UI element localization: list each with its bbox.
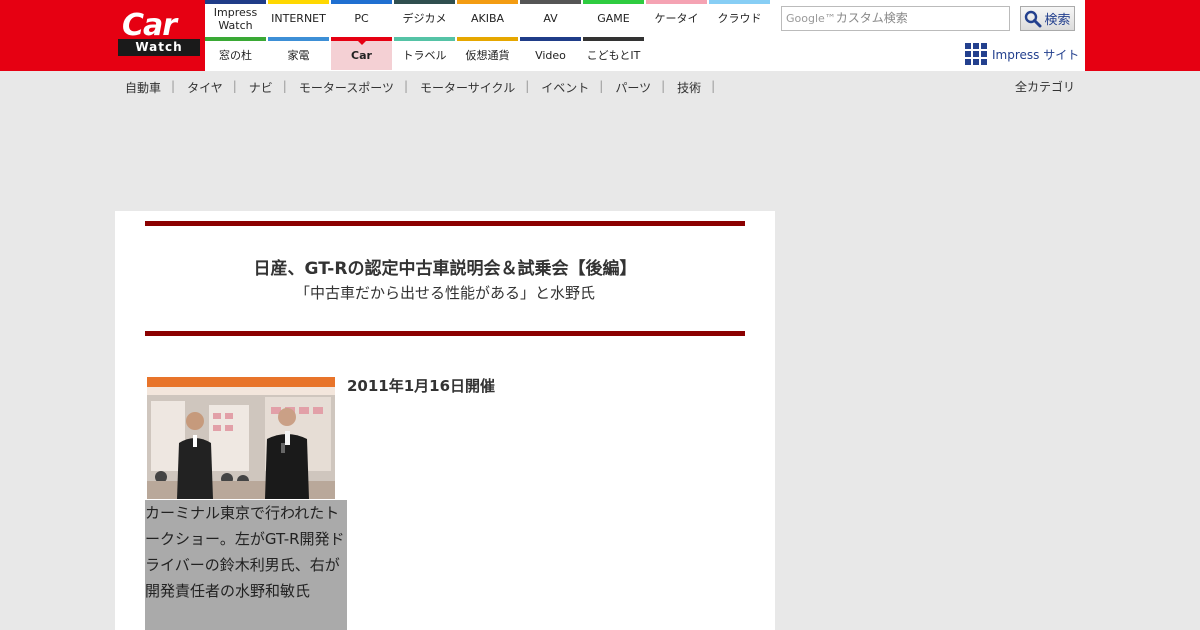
search-placeholder: カスタム検索 bbox=[835, 11, 908, 25]
nav-tile-家電[interactable]: 家電 bbox=[268, 37, 329, 70]
search-button[interactable]: 検索 bbox=[1020, 6, 1075, 31]
article-title: 日産、GT-Rの認定中古車説明会＆試乗会【後編】 bbox=[253, 259, 637, 279]
nav-tile-akiba[interactable]: AKIBA bbox=[457, 0, 518, 33]
nav-tile-窓の杜[interactable]: 窓の杜 bbox=[205, 37, 266, 70]
logo-car-text: Car bbox=[122, 8, 177, 43]
category-link[interactable]: 自動車 bbox=[125, 79, 161, 96]
title-rule-bottom bbox=[145, 331, 745, 336]
nav-tile-仮想通貨[interactable]: 仮想通貨 bbox=[457, 37, 518, 70]
category-separator: | bbox=[403, 79, 409, 93]
category-link[interactable]: ナビ bbox=[249, 79, 273, 96]
impress-sites-label: Impress サイト bbox=[992, 47, 1080, 62]
nav-tile-impress-watch[interactable]: Impress Watch bbox=[205, 0, 266, 33]
nav-tile-pc[interactable]: PC bbox=[331, 0, 392, 33]
nav-tile-トラベル[interactable]: トラベル bbox=[394, 37, 455, 70]
category-link[interactable]: モータースポーツ bbox=[299, 79, 394, 96]
nav-tile-こどもとit[interactable]: こどもとIT bbox=[583, 37, 644, 70]
search-input[interactable]: Google™カスタム検索 bbox=[781, 6, 1010, 31]
article-photo[interactable] bbox=[147, 377, 335, 499]
article-panel: 日産、GT-Rの認定中古車説明会＆試乗会【後編】 「中古車だから出せる性能がある… bbox=[115, 211, 775, 630]
search-button-label: 検索 bbox=[1044, 13, 1071, 28]
category-separator: | bbox=[282, 79, 287, 93]
category-separator: | bbox=[661, 79, 666, 93]
nav-tile-av[interactable]: AV bbox=[520, 0, 581, 33]
nav-tile-ケータイ[interactable]: ケータイ bbox=[646, 0, 707, 33]
search-icon bbox=[1025, 10, 1042, 27]
nav-tile-クラウド[interactable]: クラウド bbox=[709, 0, 770, 33]
category-separator: | bbox=[599, 79, 604, 93]
category-link[interactable]: イベント bbox=[541, 79, 589, 96]
nav-tile-デジカメ[interactable]: デジカメ bbox=[394, 0, 455, 33]
category-separator: | bbox=[711, 79, 716, 93]
article-subtitle: 「中古車だから出せる性能がある」と水野氏 bbox=[294, 284, 595, 302]
impress-sites-link[interactable]: Impress サイト bbox=[965, 42, 1079, 66]
nav-tile-video[interactable]: Video bbox=[520, 37, 581, 70]
all-categories-link[interactable]: 全カテゴリ bbox=[1015, 78, 1075, 95]
category-link[interactable]: 技術 bbox=[677, 79, 701, 96]
grid-icon bbox=[965, 43, 987, 65]
category-list: 自動車 | タイヤ | ナビ | モータースポーツ | モーターサイクル | イベント | パーツ | 技術… bbox=[125, 79, 727, 96]
category-link[interactable]: モーターサイクル bbox=[420, 79, 515, 96]
photo-caption: カーミナル東京で行われたトークショー。左がGT-R開発ドライバーの鈴木利男氏、右… bbox=[145, 500, 347, 630]
google-mark: Google™ bbox=[786, 12, 836, 25]
event-date: 2011年1月16日開催 bbox=[347, 377, 496, 395]
car-watch-logo[interactable]: Car Watch bbox=[118, 8, 200, 58]
site-header: Car Watch Impress Watch INTERNET PC デジカメ AKI… bbox=[0, 0, 1200, 71]
category-separator: | bbox=[232, 79, 237, 93]
logo-watch-text: Watch bbox=[118, 39, 200, 56]
category-link[interactable]: タイヤ bbox=[187, 79, 223, 96]
category-separator: | bbox=[525, 79, 530, 93]
nav-tile-internet[interactable]: INTERNET bbox=[268, 0, 329, 33]
nav-tile-car[interactable]: Car bbox=[331, 37, 392, 70]
category-separator: | bbox=[171, 79, 176, 93]
category-link[interactable]: パーツ bbox=[615, 79, 651, 96]
title-rule-top bbox=[145, 221, 745, 226]
category-bar: 自動車 | タイヤ | ナビ | モータースポーツ | モーターサイクル | イベント | パーツ | 技術… bbox=[0, 71, 1200, 101]
nav-tile-game[interactable]: GAME bbox=[583, 0, 644, 33]
photo-illustration bbox=[147, 377, 335, 499]
